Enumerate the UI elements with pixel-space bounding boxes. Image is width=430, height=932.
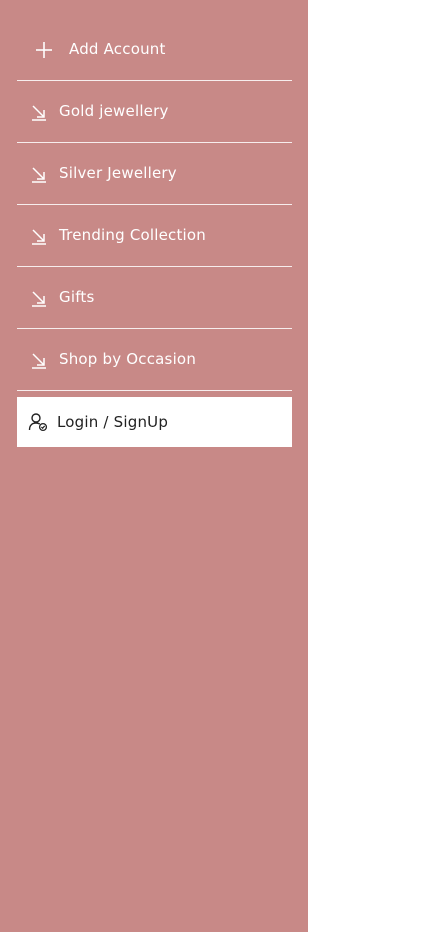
menu-item-label: Trending Collection (59, 226, 207, 244)
add-account-label: Add Account (69, 40, 166, 58)
menu-item-label: Gifts (59, 288, 95, 306)
login-signup-label: Login / SignUp (57, 413, 169, 431)
arrow-down-right-icon (29, 102, 49, 122)
drawer-menu: Add Account Gold jewellery Silver Jewell… (17, 19, 292, 391)
page-backdrop (308, 0, 430, 932)
menu-item-gifts[interactable]: Gifts (17, 267, 292, 329)
add-account-button[interactable]: Add Account (17, 19, 292, 81)
arrow-down-right-icon (29, 288, 49, 308)
menu-item-label: Silver Jewellery (59, 164, 177, 182)
menu-item-silver-jewellery[interactable]: Silver Jewellery (17, 143, 292, 205)
arrow-down-right-icon (29, 350, 49, 370)
menu-item-label: Gold jewellery (59, 102, 169, 120)
menu-item-label: Shop by Occasion (59, 350, 197, 368)
menu-item-trending-collection[interactable]: Trending Collection (17, 205, 292, 267)
menu-item-shop-by-occasion[interactable]: Shop by Occasion (17, 329, 292, 391)
menu-item-gold-jewellery[interactable]: Gold jewellery (17, 81, 292, 143)
arrow-down-right-icon (29, 226, 49, 246)
login-signup-button[interactable]: Login / SignUp (17, 397, 292, 447)
user-check-icon (27, 411, 49, 433)
plus-icon (34, 40, 54, 60)
side-drawer: Add Account Gold jewellery Silver Jewell… (0, 0, 308, 932)
arrow-down-right-icon (29, 164, 49, 184)
